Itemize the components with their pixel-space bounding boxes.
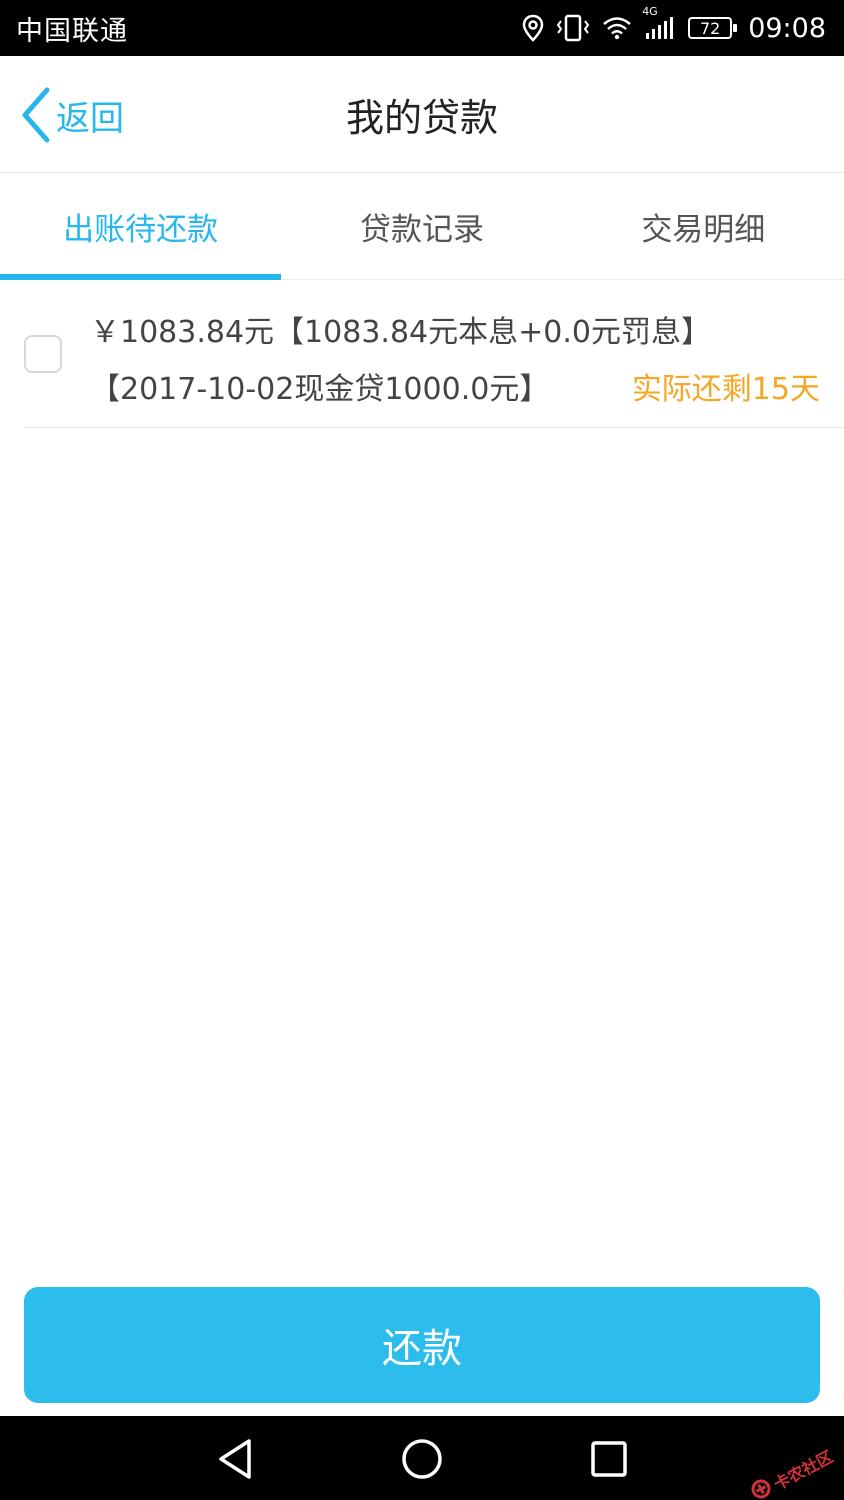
community-watermark: 卡农社区 (746, 1443, 837, 1500)
system-nav-bar: 卡农社区 (0, 1416, 844, 1500)
screen: 中国联通 4G 72 09:08 返回 我的贷款 出账待还款 贷款记录 交易明细… (0, 0, 844, 1500)
status-bar: 中国联通 4G 72 09:08 (0, 0, 844, 56)
tab-transaction-details[interactable]: 交易明细 (563, 173, 844, 279)
loan-checkbox[interactable] (24, 335, 62, 373)
chevron-left-icon (20, 87, 52, 143)
wifi-icon (602, 16, 632, 40)
loan-amount-summary: ￥1083.84元【1083.84元本息+0.0元罚息】 (90, 315, 711, 350)
tab-pending-repayment[interactable]: 出账待还款 (0, 173, 282, 280)
loan-list-item[interactable]: ￥1083.84元【1083.84元本息+0.0元罚息】 【2017-10-02… (24, 281, 844, 428)
location-icon (522, 14, 544, 42)
nav-home-button[interactable] (397, 1434, 447, 1484)
repay-button[interactable]: 还款 (24, 1287, 820, 1403)
nav-recents-button[interactable] (584, 1434, 634, 1484)
loan-remaining-days: 实际还剩15天 (631, 372, 820, 407)
tab-loan-records[interactable]: 贷款记录 (281, 173, 562, 279)
network-type: 4G (642, 5, 658, 18)
tab-bar: 出账待还款 贷款记录 交易明细 (0, 173, 844, 280)
page-title: 我的贷款 (345, 95, 498, 140)
battery-icon: 72 (688, 17, 738, 39)
back-button[interactable]: 返回 (20, 86, 124, 144)
back-label: 返回 (56, 98, 124, 139)
nav-back-button[interactable] (210, 1434, 260, 1484)
status-time: 09:08 (748, 12, 826, 44)
watermark-text: 卡农社区 (770, 1447, 836, 1494)
loan-date-product: 【2017-10-02现金贷1000.0元】 (90, 372, 550, 407)
nav-header: 返回 我的贷款 (0, 56, 844, 173)
status-icons: 4G 72 09:08 (522, 5, 826, 44)
vibrate-icon (556, 14, 590, 42)
carrier-name: 中国联通 (16, 15, 128, 47)
signal-icon: 4G (642, 5, 676, 41)
